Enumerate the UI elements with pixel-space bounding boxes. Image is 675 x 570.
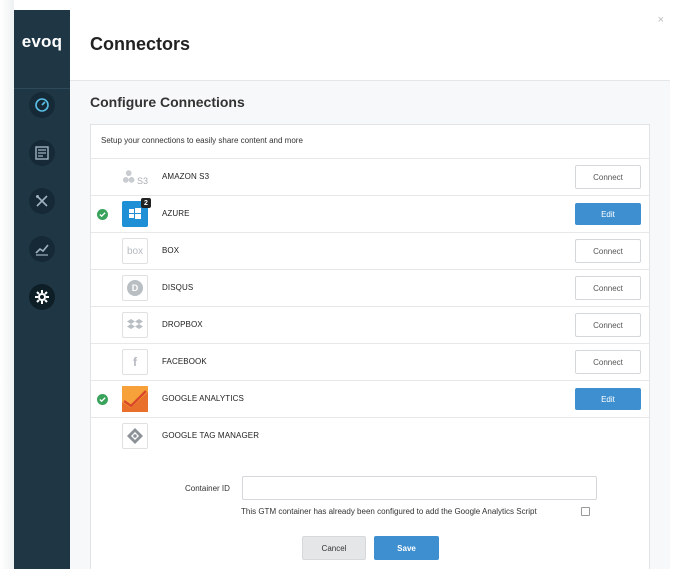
connector-row-disqus: D DISQUS Connect	[91, 269, 649, 306]
sidebar-item-dashboard[interactable]	[29, 92, 55, 118]
connector-name: DISQUS	[162, 283, 194, 292]
tools-icon	[36, 195, 48, 207]
connector-name: BOX	[162, 246, 180, 255]
window-shadow	[0, 0, 14, 569]
google-analytics-icon	[122, 386, 148, 412]
disqus-icon: D	[122, 275, 148, 301]
evoq-logo[interactable]: evoq	[14, 32, 70, 52]
section-title: Configure Connections	[90, 94, 245, 110]
disqus-logo-text: D	[127, 280, 143, 296]
gear-icon	[35, 290, 49, 304]
azure-icon: 2	[122, 198, 151, 227]
page-title: Connectors	[90, 34, 191, 54]
connector-row-box: box BOX Connect	[91, 232, 649, 269]
connector-row-azure: 2 AZURE Edit	[91, 195, 649, 232]
container-id-input[interactable]	[242, 476, 597, 500]
connect-dropbox-button[interactable]: Connect	[575, 313, 641, 337]
connect-box-button[interactable]: Connect	[575, 239, 641, 263]
main-panel: × Connectors Configure Connections Setup…	[70, 10, 670, 569]
connect-amazon-s3-button[interactable]: Connect	[575, 165, 641, 189]
connector-row-amazon-s3: S3 AMAZON S3 Connect	[91, 158, 649, 195]
panel-intro: Setup your connections to easily share c…	[101, 136, 303, 145]
close-icon[interactable]: ×	[658, 14, 664, 26]
gtm-preconfigured-label: This GTM container has already been conf…	[241, 507, 537, 516]
gtm-config-form: Container ID This GTM container has alre…	[91, 421, 649, 570]
connected-check-icon	[97, 394, 108, 405]
connector-name: DROPBOX	[162, 320, 203, 329]
edit-google-analytics-button[interactable]: Edit	[575, 388, 641, 410]
connect-disqus-button[interactable]: Connect	[575, 276, 641, 300]
save-button[interactable]: Save	[374, 536, 439, 560]
cancel-button[interactable]: Cancel	[302, 536, 366, 560]
sidebar-item-content[interactable]	[29, 140, 55, 166]
sidebar-item-tools[interactable]	[29, 188, 55, 214]
connector-row-dropbox: DROPBOX Connect	[91, 306, 649, 343]
amazon-s3-logo-text: S3	[136, 176, 148, 186]
connect-facebook-button[interactable]: Connect	[575, 350, 641, 374]
gtm-preconfigured-checkbox[interactable]	[581, 507, 590, 516]
connector-name: AZURE	[162, 209, 190, 218]
connector-name: FACEBOOK	[162, 357, 207, 366]
sidebar-item-settings[interactable]	[29, 284, 55, 310]
connector-name: AMAZON S3	[162, 172, 210, 181]
connector-name: GOOGLE ANALYTICS	[162, 394, 244, 403]
amazon-s3-icon: S3	[122, 164, 148, 190]
container-id-label: Container ID	[185, 484, 230, 493]
connector-row-google-analytics: GOOGLE ANALYTICS Edit	[91, 380, 649, 417]
sidebar-divider	[14, 88, 70, 89]
edit-azure-button[interactable]: Edit	[575, 203, 641, 225]
content-icon	[35, 146, 49, 160]
box-logo-text: box	[126, 245, 144, 257]
facebook-icon: f	[122, 349, 148, 375]
notification-badge: 2	[141, 198, 151, 208]
app-window: evoq × Connectors Configure Connections …	[0, 0, 675, 569]
analytics-icon	[35, 244, 49, 256]
sidebar: evoq	[14, 10, 70, 569]
gauge-icon	[35, 98, 49, 112]
facebook-logo-text: f	[133, 355, 137, 369]
connector-row-facebook: f FACEBOOK Connect	[91, 343, 649, 380]
sidebar-item-analytics[interactable]	[29, 236, 55, 262]
connections-panel: Setup your connections to easily share c…	[90, 124, 650, 569]
connected-check-icon	[97, 209, 108, 220]
box-icon: box	[122, 238, 148, 264]
dropbox-icon	[122, 312, 148, 338]
